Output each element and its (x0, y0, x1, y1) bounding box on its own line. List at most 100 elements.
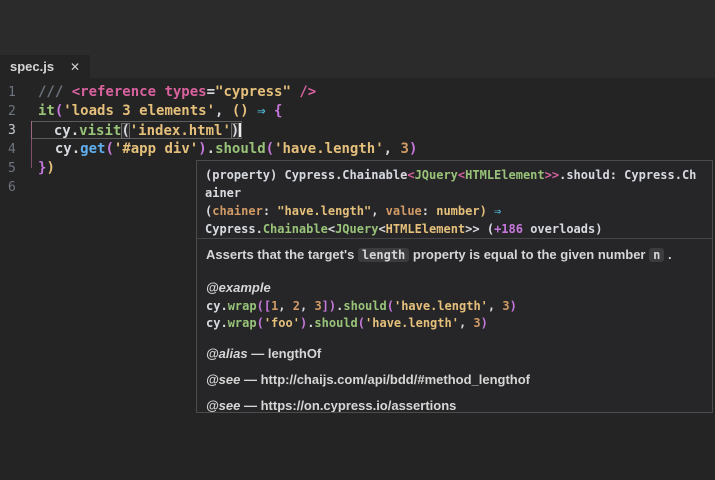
token: it (38, 103, 55, 119)
tooltip-code-line: Cypress.Chainable<JQuery<HTMLElement>> (… (205, 220, 704, 238)
token: ) (510, 299, 517, 313)
token: , (371, 204, 385, 218)
token: <reference (72, 84, 156, 100)
token: , (384, 141, 401, 157)
token (38, 141, 55, 157)
token: . (664, 247, 671, 262)
token (37, 123, 54, 139)
token: should (343, 299, 386, 313)
tab-spec-js[interactable]: spec.js ✕ (0, 55, 90, 78)
code-line[interactable]: 4 cy.get('#app div').should('have.length… (0, 140, 715, 159)
token: cy (54, 123, 71, 139)
cypress-assertions-link[interactable]: https://on.cypress.io/assertions (261, 398, 457, 413)
tab-bar: spec.js ✕ (0, 55, 715, 78)
example-tag: @example (206, 280, 703, 295)
token: (property) (205, 168, 284, 182)
token: /// (38, 84, 72, 100)
token: , (278, 299, 292, 313)
chaijs-link[interactable]: http://chaijs.com/api/bdd/#method_length… (261, 372, 530, 387)
vscode-window: spec.js ✕ 1/// <reference types="cypress… (0, 0, 715, 480)
token (266, 103, 274, 119)
token: = (207, 84, 215, 100)
see-line-cypress: @see — https://on.cypress.io/assertions (206, 398, 703, 413)
example-code-block: cy.wrap([1, 2, 3]).should('have.length',… (206, 298, 703, 332)
current-line-box: cy.visit('index.html') (31, 121, 242, 139)
token: { (274, 103, 282, 119)
token: ainer (205, 186, 241, 200)
bracket-pair-guide (31, 121, 32, 168)
token: number (436, 204, 479, 218)
token: visit (79, 123, 121, 139)
token: : (263, 204, 277, 218)
line-number: 5 (0, 159, 38, 178)
token: '#app div' (114, 141, 198, 157)
token: . (220, 299, 227, 313)
token: get (80, 141, 105, 157)
token: should (314, 316, 357, 330)
token: 'foo' (264, 316, 300, 330)
token: overloads) (523, 222, 602, 236)
example-label: @example (206, 280, 271, 295)
token: < (407, 168, 414, 182)
token: HTMLElement (386, 222, 465, 236)
alias-dash: — (248, 346, 268, 361)
hover-signature: (property) Cypress.Chainable<JQuery<HTML… (197, 161, 712, 238)
token: 'have.length' (394, 299, 488, 313)
token: . (256, 222, 263, 236)
token: : (422, 204, 436, 218)
token: cy (55, 141, 72, 157)
token: ) (409, 141, 417, 157)
token: . (220, 316, 227, 330)
token: () (232, 103, 249, 119)
tooltip-code-line: cy.wrap([1, 2, 3]).should('have.length',… (206, 298, 703, 315)
hover-markdown: Asserts that the target's length propert… (197, 239, 712, 413)
token: wrap (228, 299, 257, 313)
token: cy (206, 299, 220, 313)
token: ) (46, 160, 54, 176)
hover-tooltip: (property) Cypress.Chainable<JQuery<HTML… (196, 160, 713, 413)
token: , (215, 103, 232, 119)
token: ( (358, 316, 365, 330)
token: . (72, 141, 80, 157)
code-line[interactable]: 1/// <reference types="cypress" /> (0, 83, 715, 102)
tooltip-code-line: cy.wrap('foo').should('have.length', 3) (206, 315, 703, 332)
token: Asserts that the target's (206, 247, 358, 262)
token: 'have.length' (274, 141, 384, 157)
token: 3 (473, 316, 480, 330)
token: chainer (212, 204, 263, 218)
token: property is equal to the given number (409, 247, 649, 262)
token: < (328, 222, 335, 236)
see-dash: — (240, 372, 260, 387)
token (249, 103, 257, 119)
token: < (378, 222, 385, 236)
token: JQuery (415, 168, 458, 182)
token: ) (198, 141, 206, 157)
token: 'loads 3 elements' (63, 103, 215, 119)
token: . (207, 141, 215, 157)
token: ( (480, 222, 494, 236)
token: value (386, 204, 422, 218)
token: cy (206, 316, 220, 330)
hover-description: Asserts that the target's length propert… (206, 246, 703, 264)
token: 3 (401, 141, 409, 157)
token (239, 123, 241, 137)
token: Chainable (263, 222, 328, 236)
alias-label: @alias (206, 346, 248, 361)
code-line[interactable]: 3 cy.visit('index.html') (0, 121, 715, 140)
token: JQuery (335, 222, 378, 236)
token: ( (121, 123, 129, 139)
code-line[interactable]: 2it('loads 3 elements', () ⇒ { (0, 102, 715, 121)
see-label: @see (206, 372, 240, 387)
token: 2 (293, 299, 300, 313)
line-number: 2 (0, 102, 38, 121)
token: length (358, 248, 409, 262)
line-number: 4 (0, 140, 38, 159)
see-line-chaijs: @see — http://chaijs.com/api/bdd/#method… (206, 372, 703, 387)
alias-line: @alias — lengthOf (206, 346, 703, 361)
token: Cypress.Ch (624, 168, 696, 182)
token: Chainable (342, 168, 407, 182)
token: ( (257, 316, 264, 330)
token: ⇒ (257, 103, 265, 119)
close-icon[interactable]: ✕ (70, 61, 80, 73)
token: wrap (228, 316, 257, 330)
